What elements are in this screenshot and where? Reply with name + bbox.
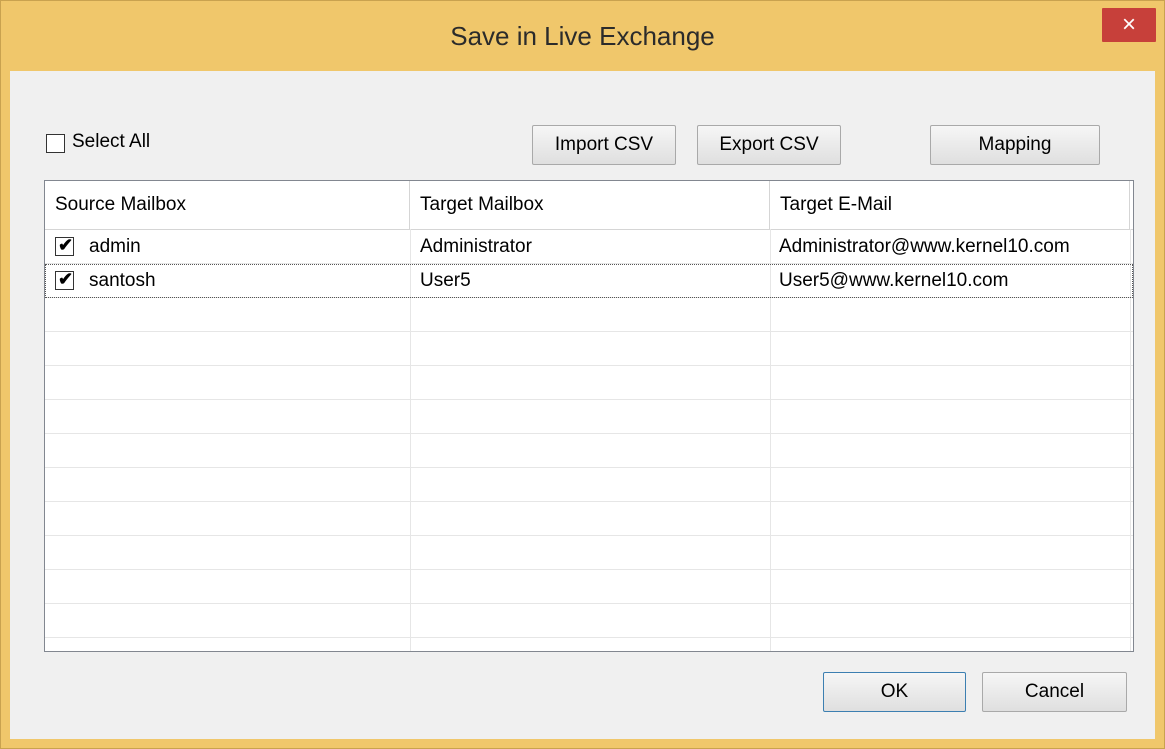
dialog-window: Save in Live Exchange × Select All Impor… bbox=[0, 0, 1165, 749]
dialog-body: Select All Import CSV Export CSV Mapping… bbox=[10, 71, 1155, 739]
window-title: Save in Live Exchange bbox=[450, 21, 715, 51]
column-header-target-email[interactable]: Target E-Mail bbox=[770, 181, 1130, 229]
title-bar[interactable]: Save in Live Exchange × bbox=[1, 1, 1164, 71]
column-header-target-mailbox[interactable]: Target Mailbox bbox=[410, 181, 770, 229]
ok-button[interactable]: OK bbox=[823, 672, 966, 712]
row-checkbox[interactable]: ✔ bbox=[55, 269, 74, 290]
row-divider bbox=[45, 467, 1133, 468]
target-email-cell[interactable]: User5@www.kernel10.com bbox=[779, 264, 1008, 298]
close-icon: × bbox=[1121, 11, 1136, 38]
checkmark-icon: ✔ bbox=[57, 235, 74, 255]
table-row[interactable]: ✔ santosh User5 User5@www.kernel10.com bbox=[45, 264, 1133, 298]
column-header-source-mailbox[interactable]: Source Mailbox bbox=[45, 181, 410, 229]
target-mailbox-cell[interactable]: User5 bbox=[420, 264, 471, 298]
close-button[interactable]: × bbox=[1102, 8, 1156, 42]
row-divider bbox=[45, 535, 1133, 536]
mapping-button[interactable]: Mapping bbox=[930, 125, 1100, 165]
row-checkbox[interactable]: ✔ bbox=[55, 235, 74, 256]
import-csv-button[interactable]: Import CSV bbox=[532, 125, 676, 165]
row-divider bbox=[45, 331, 1133, 332]
row-divider bbox=[45, 569, 1133, 570]
mailbox-list[interactable]: Source Mailbox Target Mailbox Target E-M… bbox=[44, 180, 1134, 652]
checkmark-icon: ✔ bbox=[57, 269, 74, 289]
table-row[interactable]: ✔ admin Administrator Administrator@www.… bbox=[45, 230, 1133, 264]
cancel-button[interactable]: Cancel bbox=[982, 672, 1127, 712]
row-divider bbox=[45, 433, 1133, 434]
row-divider bbox=[45, 637, 1133, 638]
row-divider bbox=[45, 399, 1133, 400]
export-csv-button[interactable]: Export CSV bbox=[697, 125, 841, 165]
target-mailbox-cell[interactable]: Administrator bbox=[420, 230, 532, 264]
source-mailbox-cell: admin bbox=[89, 236, 141, 257]
source-mailbox-cell: santosh bbox=[89, 270, 156, 291]
row-divider bbox=[45, 501, 1133, 502]
row-divider bbox=[45, 365, 1133, 366]
list-header: Source Mailbox Target Mailbox Target E-M… bbox=[45, 181, 1133, 230]
select-all-checkbox[interactable] bbox=[46, 134, 65, 153]
row-divider bbox=[45, 603, 1133, 604]
select-all-label[interactable]: Select All bbox=[72, 131, 150, 153]
target-email-cell[interactable]: Administrator@www.kernel10.com bbox=[779, 230, 1070, 264]
